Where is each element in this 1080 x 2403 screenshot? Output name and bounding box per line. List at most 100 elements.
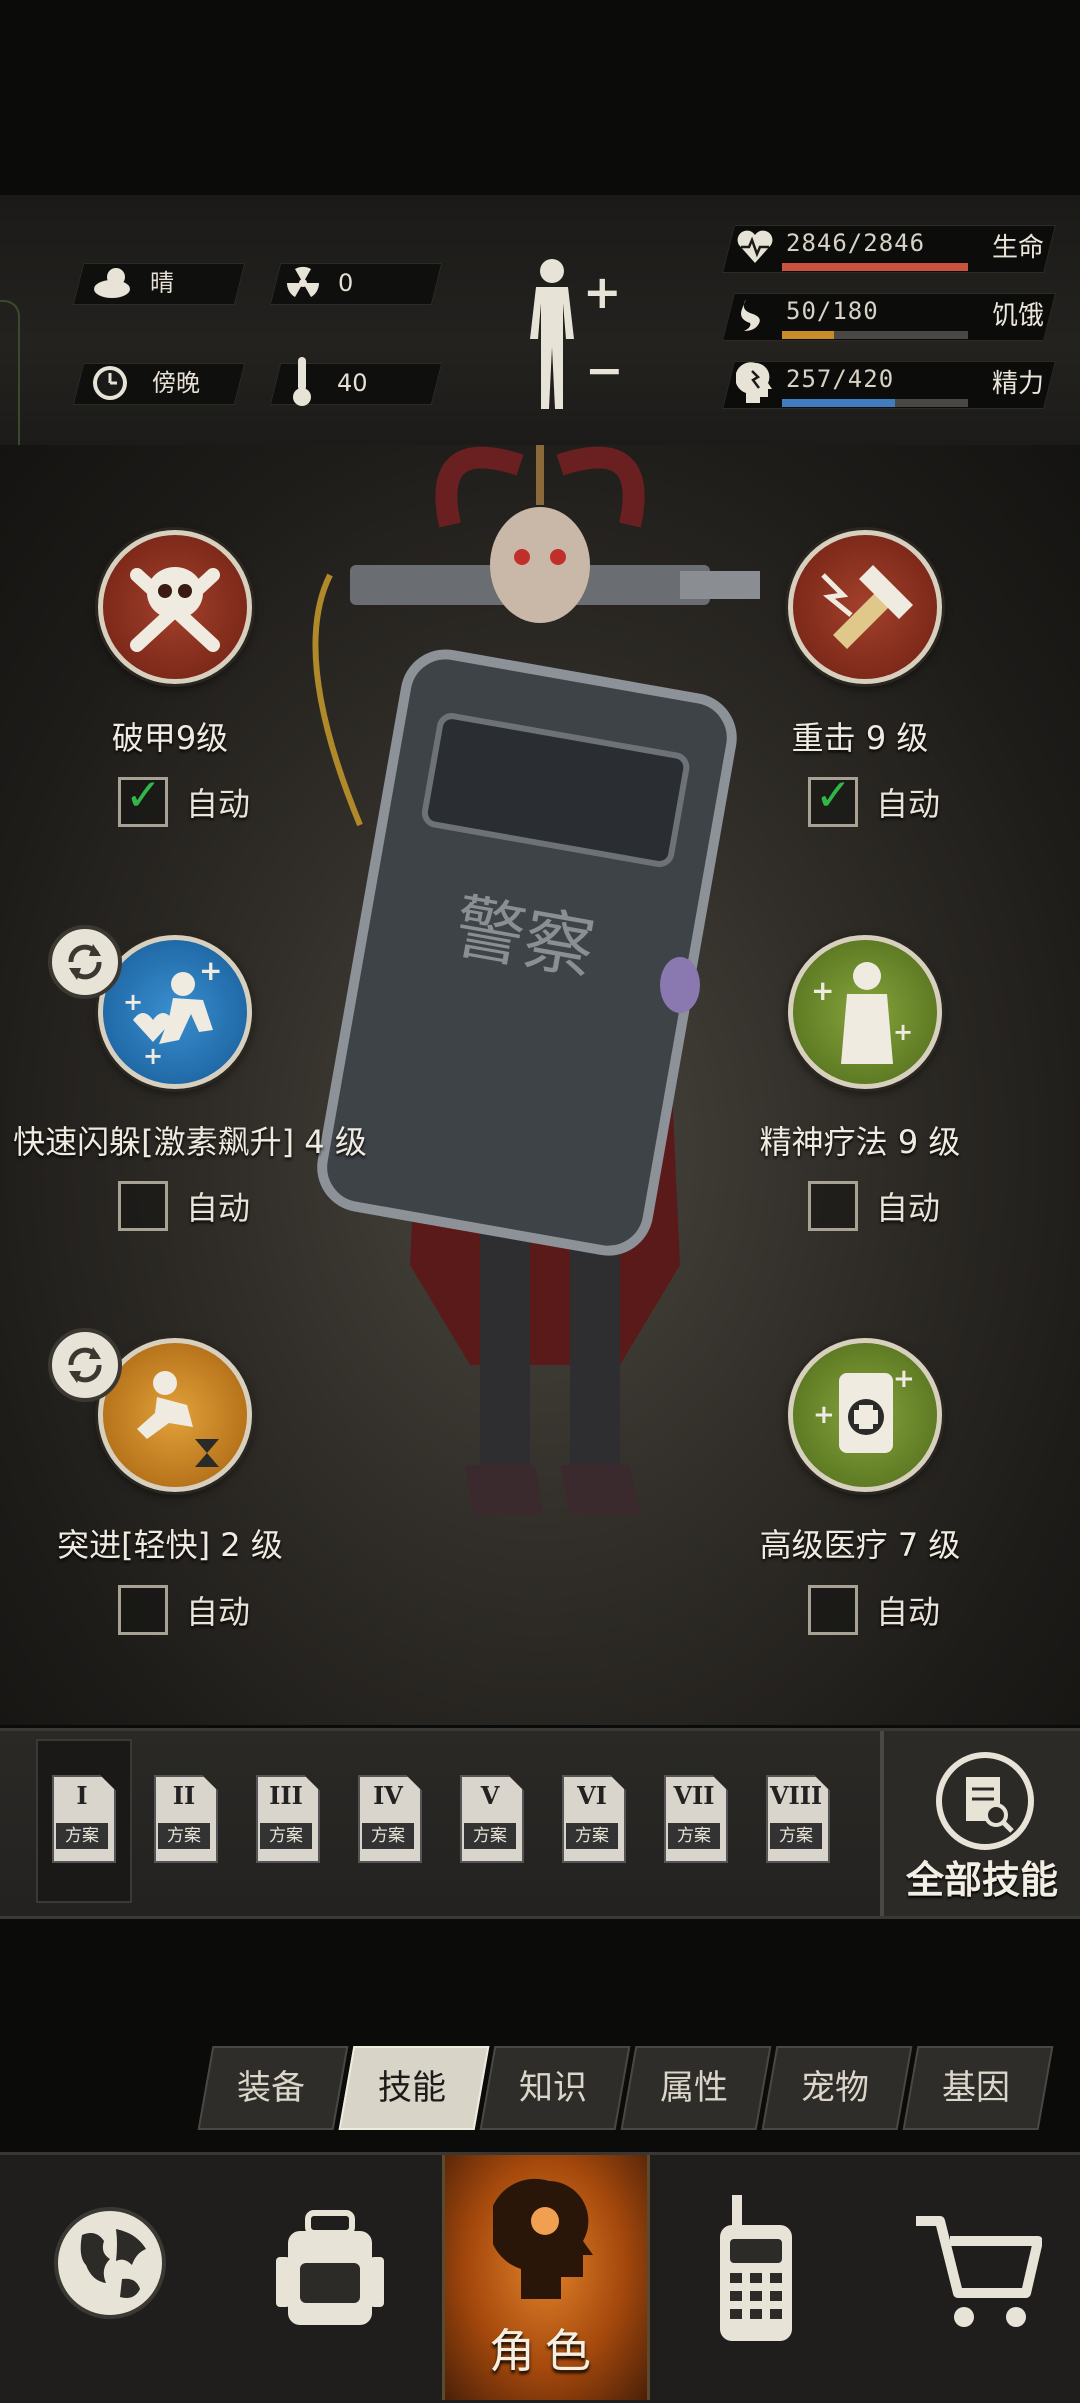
svg-text:+: + [813,1400,835,1430]
auto-label: 自动 [876,1593,941,1631]
skill-slot-armor-break[interactable] [98,530,252,684]
auto-label: 自动 [876,785,941,823]
shopping-cart-icon [916,2216,1042,2327]
check-icon: ✓ [815,770,852,821]
body-status-icon[interactable] [522,257,582,415]
skull-crossbones-icon [130,567,220,652]
nav-radio[interactable] [644,2155,862,2400]
tab-label: 属性 [660,2068,728,2108]
skill-label-heavy-strike: 重击 9 级 [791,719,929,757]
vital-label-hunger: 饥饿 [992,301,1045,331]
plan-button[interactable]: VI 方案 [562,1775,626,1863]
skill-slot-heavy-strike[interactable] [788,530,942,684]
vital-track-hunger [782,331,968,339]
nav-character[interactable]: 角色 [442,2155,650,2400]
vital-value-energy: 257/420 [786,365,895,393]
plus-icon[interactable]: + [583,265,622,319]
nav-shop[interactable] [862,2155,1080,2400]
vital-label-health: 生命 [992,233,1045,263]
auto-checkbox-dash[interactable] [118,1585,168,1635]
plan-word: 方案 [362,1823,414,1849]
temperature-value: 40 [337,369,368,397]
skill-plan-bar: I 方案 II 方案 III 方案 IV 方案 V 方案 VI 方案 VII 方案 VIII 方案 全部技能 [0,1728,1080,1919]
swap-icon [68,944,102,980]
tab-label: 技能 [378,2068,446,2108]
skill-label-advanced-medical: 高级医疗 7 级 [759,1526,961,1564]
tab-label: 宠物 [801,2068,869,2108]
plan-word: 方案 [158,1823,210,1849]
vital-fill-health [782,263,968,271]
swap-icon [68,1347,102,1383]
weather-value: 晴 [150,269,174,297]
smash-icon [821,565,913,649]
plan-number: VI [577,1781,607,1810]
auto-label: 自动 [186,1189,251,1227]
dash-icon [137,1371,219,1467]
vital-fill-energy [782,399,896,407]
swap-skill-button[interactable] [48,1328,122,1402]
plan-button[interactable]: V 方案 [460,1775,524,1863]
brain-head-icon [736,362,772,403]
weather-cloud-icon [94,268,130,298]
auto-checkbox-quick-dodge[interactable] [118,1181,168,1231]
backpack-icon [276,2210,384,2325]
vital-track-energy [782,399,968,407]
auto-label: 自动 [186,785,251,823]
plan-word: 方案 [260,1823,312,1849]
character-scene: 警察 破甲9级 ✓ 自动 重击 9 级 ✓ 自动 + + + 快速闪躲[激素飙升… [0,445,1080,1725]
vital-fill-hunger [782,331,835,339]
auto-label: 自动 [876,1189,941,1227]
all-skills-button[interactable]: 全部技能 [880,1731,1080,1916]
character-portrait: 警察 [312,445,760,1515]
minus-icon[interactable]: − [585,343,624,397]
vital-value-health: 2846/2846 [786,229,926,257]
skill-slot-advanced-medical[interactable]: + + [788,1338,942,1492]
plan-button[interactable]: VII 方案 [664,1775,728,1863]
check-icon: ✓ [125,770,162,821]
vital-track-health [782,263,968,271]
plan-button[interactable]: II 方案 [154,1775,218,1863]
nav-character-label: 角色 [489,2324,601,2378]
skill-label-dash: 突进[轻快] 2 级 [57,1526,283,1564]
radiation-value: 0 [338,269,354,297]
nav-inventory[interactable] [220,2155,442,2400]
auto-checkbox-armor-break[interactable]: ✓ [118,770,168,827]
plan-number: VII [673,1781,715,1810]
dodge-icon: + + + [123,954,222,1070]
plan-button[interactable]: I 方案 [52,1775,116,1863]
auto-checkbox-heavy-strike[interactable]: ✓ [808,770,858,827]
svg-text:+: + [143,1042,163,1070]
skill-slot-mind-therapy[interactable]: + + [788,935,942,1089]
plan-number: III [269,1781,303,1810]
plan-number: IV [373,1781,403,1810]
thermometer-icon [293,357,311,406]
svg-text:+: + [199,954,222,987]
svg-text:+: + [123,988,143,1016]
status-panel: 晴 0 傍晚 40 + − 2846/2846 生命 50/180 饥饿 257… [0,195,1080,447]
vital-label-energy: 精力 [992,369,1045,399]
plan-button[interactable]: III 方案 [256,1775,320,1863]
clock-icon [93,366,127,400]
walkie-talkie-icon [720,2195,792,2341]
stomach-icon [741,299,760,331]
nav-world-map[interactable] [0,2155,220,2400]
globe-icon [54,2207,166,2319]
auto-checkbox-mind-therapy[interactable] [808,1181,858,1231]
plan-button[interactable]: IV 方案 [358,1775,422,1863]
plan-word: 方案 [464,1823,516,1849]
tab-label: 知识 [519,2068,587,2108]
tab-label: 装备 [237,2068,305,2108]
search-document-icon [936,1752,1034,1850]
plan-word: 方案 [56,1823,108,1849]
heart-pulse-icon [737,230,773,263]
svg-text:+: + [893,1018,913,1046]
auto-checkbox-advanced-medical[interactable] [808,1585,858,1635]
vital-value-hunger: 50/180 [786,297,879,325]
tab-label: 基因 [942,2068,1010,2108]
plan-button[interactable]: VIII 方案 [766,1775,830,1863]
time-of-day-value: 傍晚 [152,369,200,397]
plan-word: 方案 [668,1823,720,1849]
plan-number: I [76,1781,88,1810]
radiation-icon [286,266,320,297]
swap-skill-button[interactable] [48,925,122,999]
